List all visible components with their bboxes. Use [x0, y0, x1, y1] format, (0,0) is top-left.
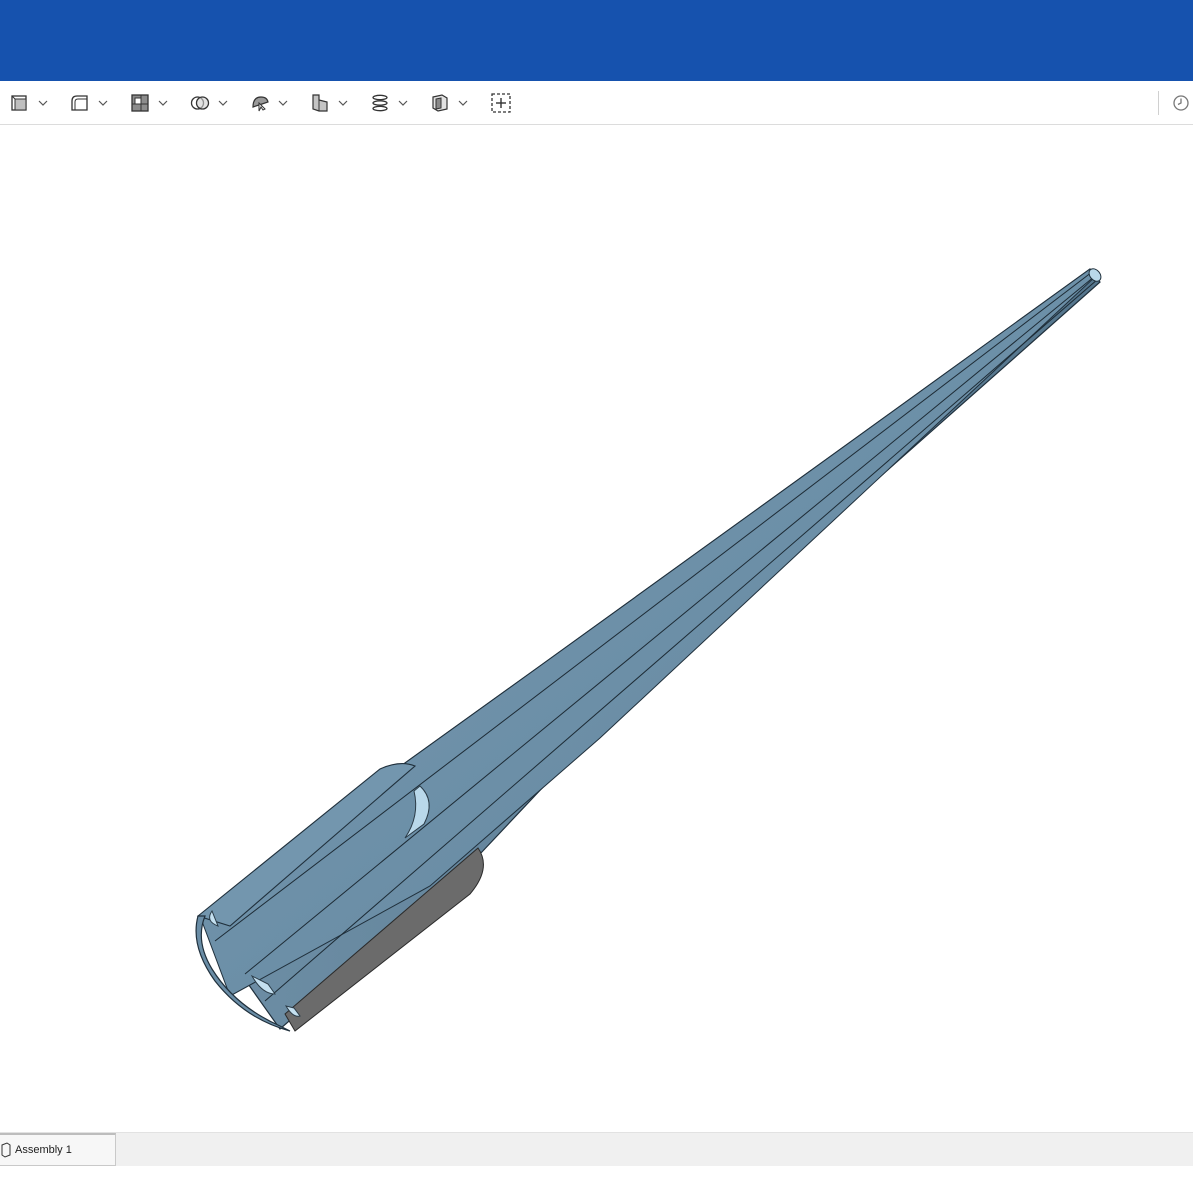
assembly-icon — [1, 1142, 11, 1158]
ridge-line — [214, 271, 1093, 942]
3d-viewport[interactable] — [0, 126, 1193, 1132]
tab-assembly-1[interactable]: Assembly 1 — [0, 1133, 116, 1166]
ridge-line — [264, 278, 1099, 1002]
chevron-down-icon — [158, 100, 168, 106]
feature-toolbar — [0, 81, 1193, 125]
add-feature-tool[interactable] — [490, 91, 512, 115]
history-button[interactable] — [1172, 94, 1190, 117]
boolean-tool[interactable] — [190, 91, 228, 115]
tab-label: Assembly 1 — [15, 1144, 72, 1156]
chevron-down-icon — [398, 100, 408, 106]
chevron-down-icon — [218, 100, 228, 106]
transform-icon — [252, 96, 269, 112]
chevron-down-icon — [458, 100, 468, 106]
extrude-icon — [11, 95, 27, 111]
plane-tool[interactable] — [310, 91, 348, 115]
ridge-line — [244, 275, 1096, 975]
part-studio-icon — [432, 94, 448, 112]
shell-icon — [131, 94, 149, 112]
top-header-bar — [0, 0, 1193, 81]
fillet-icon — [71, 95, 88, 111]
chevron-down-icon — [278, 100, 288, 106]
helix-tool[interactable] — [370, 91, 408, 115]
transform-tool[interactable] — [250, 91, 288, 115]
shell-tool[interactable] — [130, 91, 168, 115]
bottom-padding — [0, 1166, 1193, 1192]
helix-icon — [372, 94, 388, 112]
spike-top-face — [199, 268, 1097, 997]
chevron-down-icon — [38, 100, 48, 106]
chevron-down-icon — [338, 100, 348, 106]
tab-strip: Assembly 1 — [0, 1132, 1193, 1166]
extrude-tool[interactable] — [10, 91, 48, 115]
fillet-tool[interactable] — [70, 91, 108, 115]
part-model[interactable] — [0, 126, 1193, 1132]
part-studio-tool[interactable] — [430, 91, 468, 115]
chevron-down-icon — [98, 100, 108, 106]
add-feature-icon — [491, 93, 511, 113]
plane-icon — [312, 94, 328, 112]
boolean-icon — [190, 96, 210, 110]
history-clock-icon — [1173, 95, 1189, 111]
toolbar-divider — [1158, 91, 1159, 115]
